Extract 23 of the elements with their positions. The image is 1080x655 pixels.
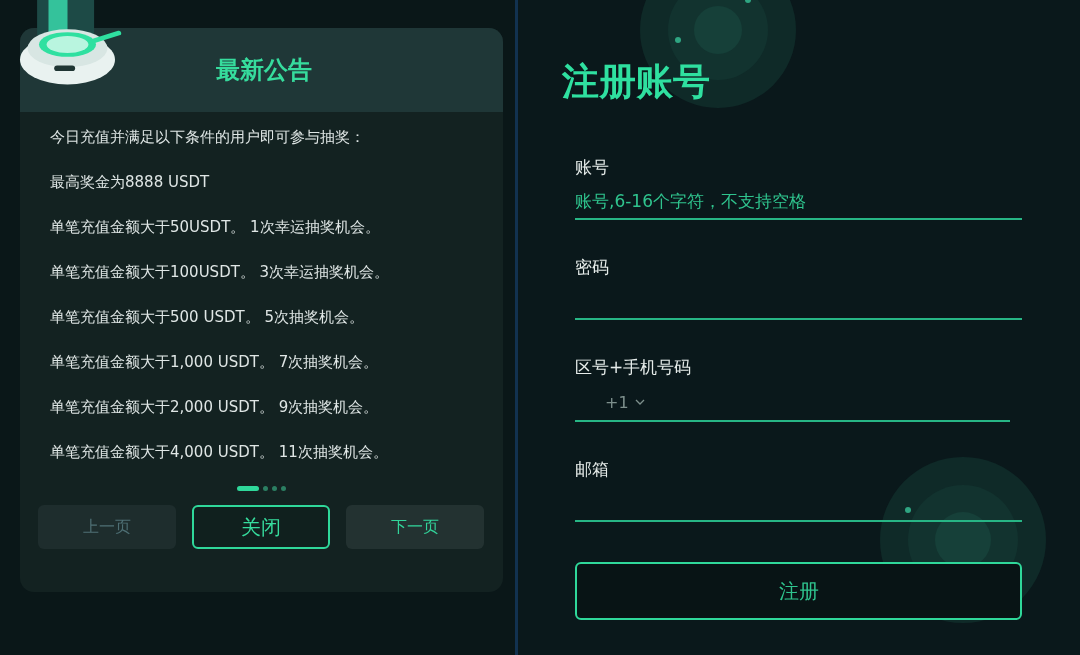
register-button[interactable]: 注册 [575, 562, 1022, 620]
announcement-text: 单笔充值金额大于1,000 USDT。 7次抽奖机会。 [50, 353, 380, 372]
page-indicator-dot[interactable] [272, 486, 277, 491]
field-label: 密码 [575, 256, 609, 278]
announcement-text: 单笔充值金额大于100USDT。 3次幸运抽奖机会。 [50, 263, 391, 282]
close-button[interactable]: 关闭 [192, 505, 330, 549]
next-page-button[interactable]: 下一页 [346, 505, 484, 549]
announcement-text: 单笔充值金额大于50USDT。 1次幸运抽奖机会。 [50, 218, 381, 237]
dialog-title: 最新公告 [214, 55, 312, 86]
field-label: 账号 [575, 156, 609, 178]
page-indicator-dot[interactable] [281, 486, 286, 491]
announcement-text: 最高奖金为8888 USDT [50, 173, 211, 192]
field-label: 区号+手机号码 [575, 356, 692, 378]
chevron-down-icon [634, 398, 645, 406]
country-code-select[interactable]: +1 [575, 384, 655, 422]
announcement-text: 单笔充值金额大于4,000 USDT。 11次抽奖机会。 [50, 443, 389, 462]
field-label: 邮箱 [575, 458, 609, 480]
announcement-text: 单笔充值金额大于2,000 USDT。 9次抽奖机会。 [50, 398, 380, 417]
account-field[interactable]: 账号,6-16个字符，不支持空格 [575, 184, 1022, 220]
announcement-text: 今日充值并满足以下条件的用户即可参与抽奖： [50, 128, 366, 147]
page-indicator-dot[interactable] [263, 486, 268, 491]
page-title: 注册账号 [562, 59, 710, 105]
announcement-text: 单笔充值金额大于500 USDT。 5次抽奖机会。 [50, 308, 365, 327]
